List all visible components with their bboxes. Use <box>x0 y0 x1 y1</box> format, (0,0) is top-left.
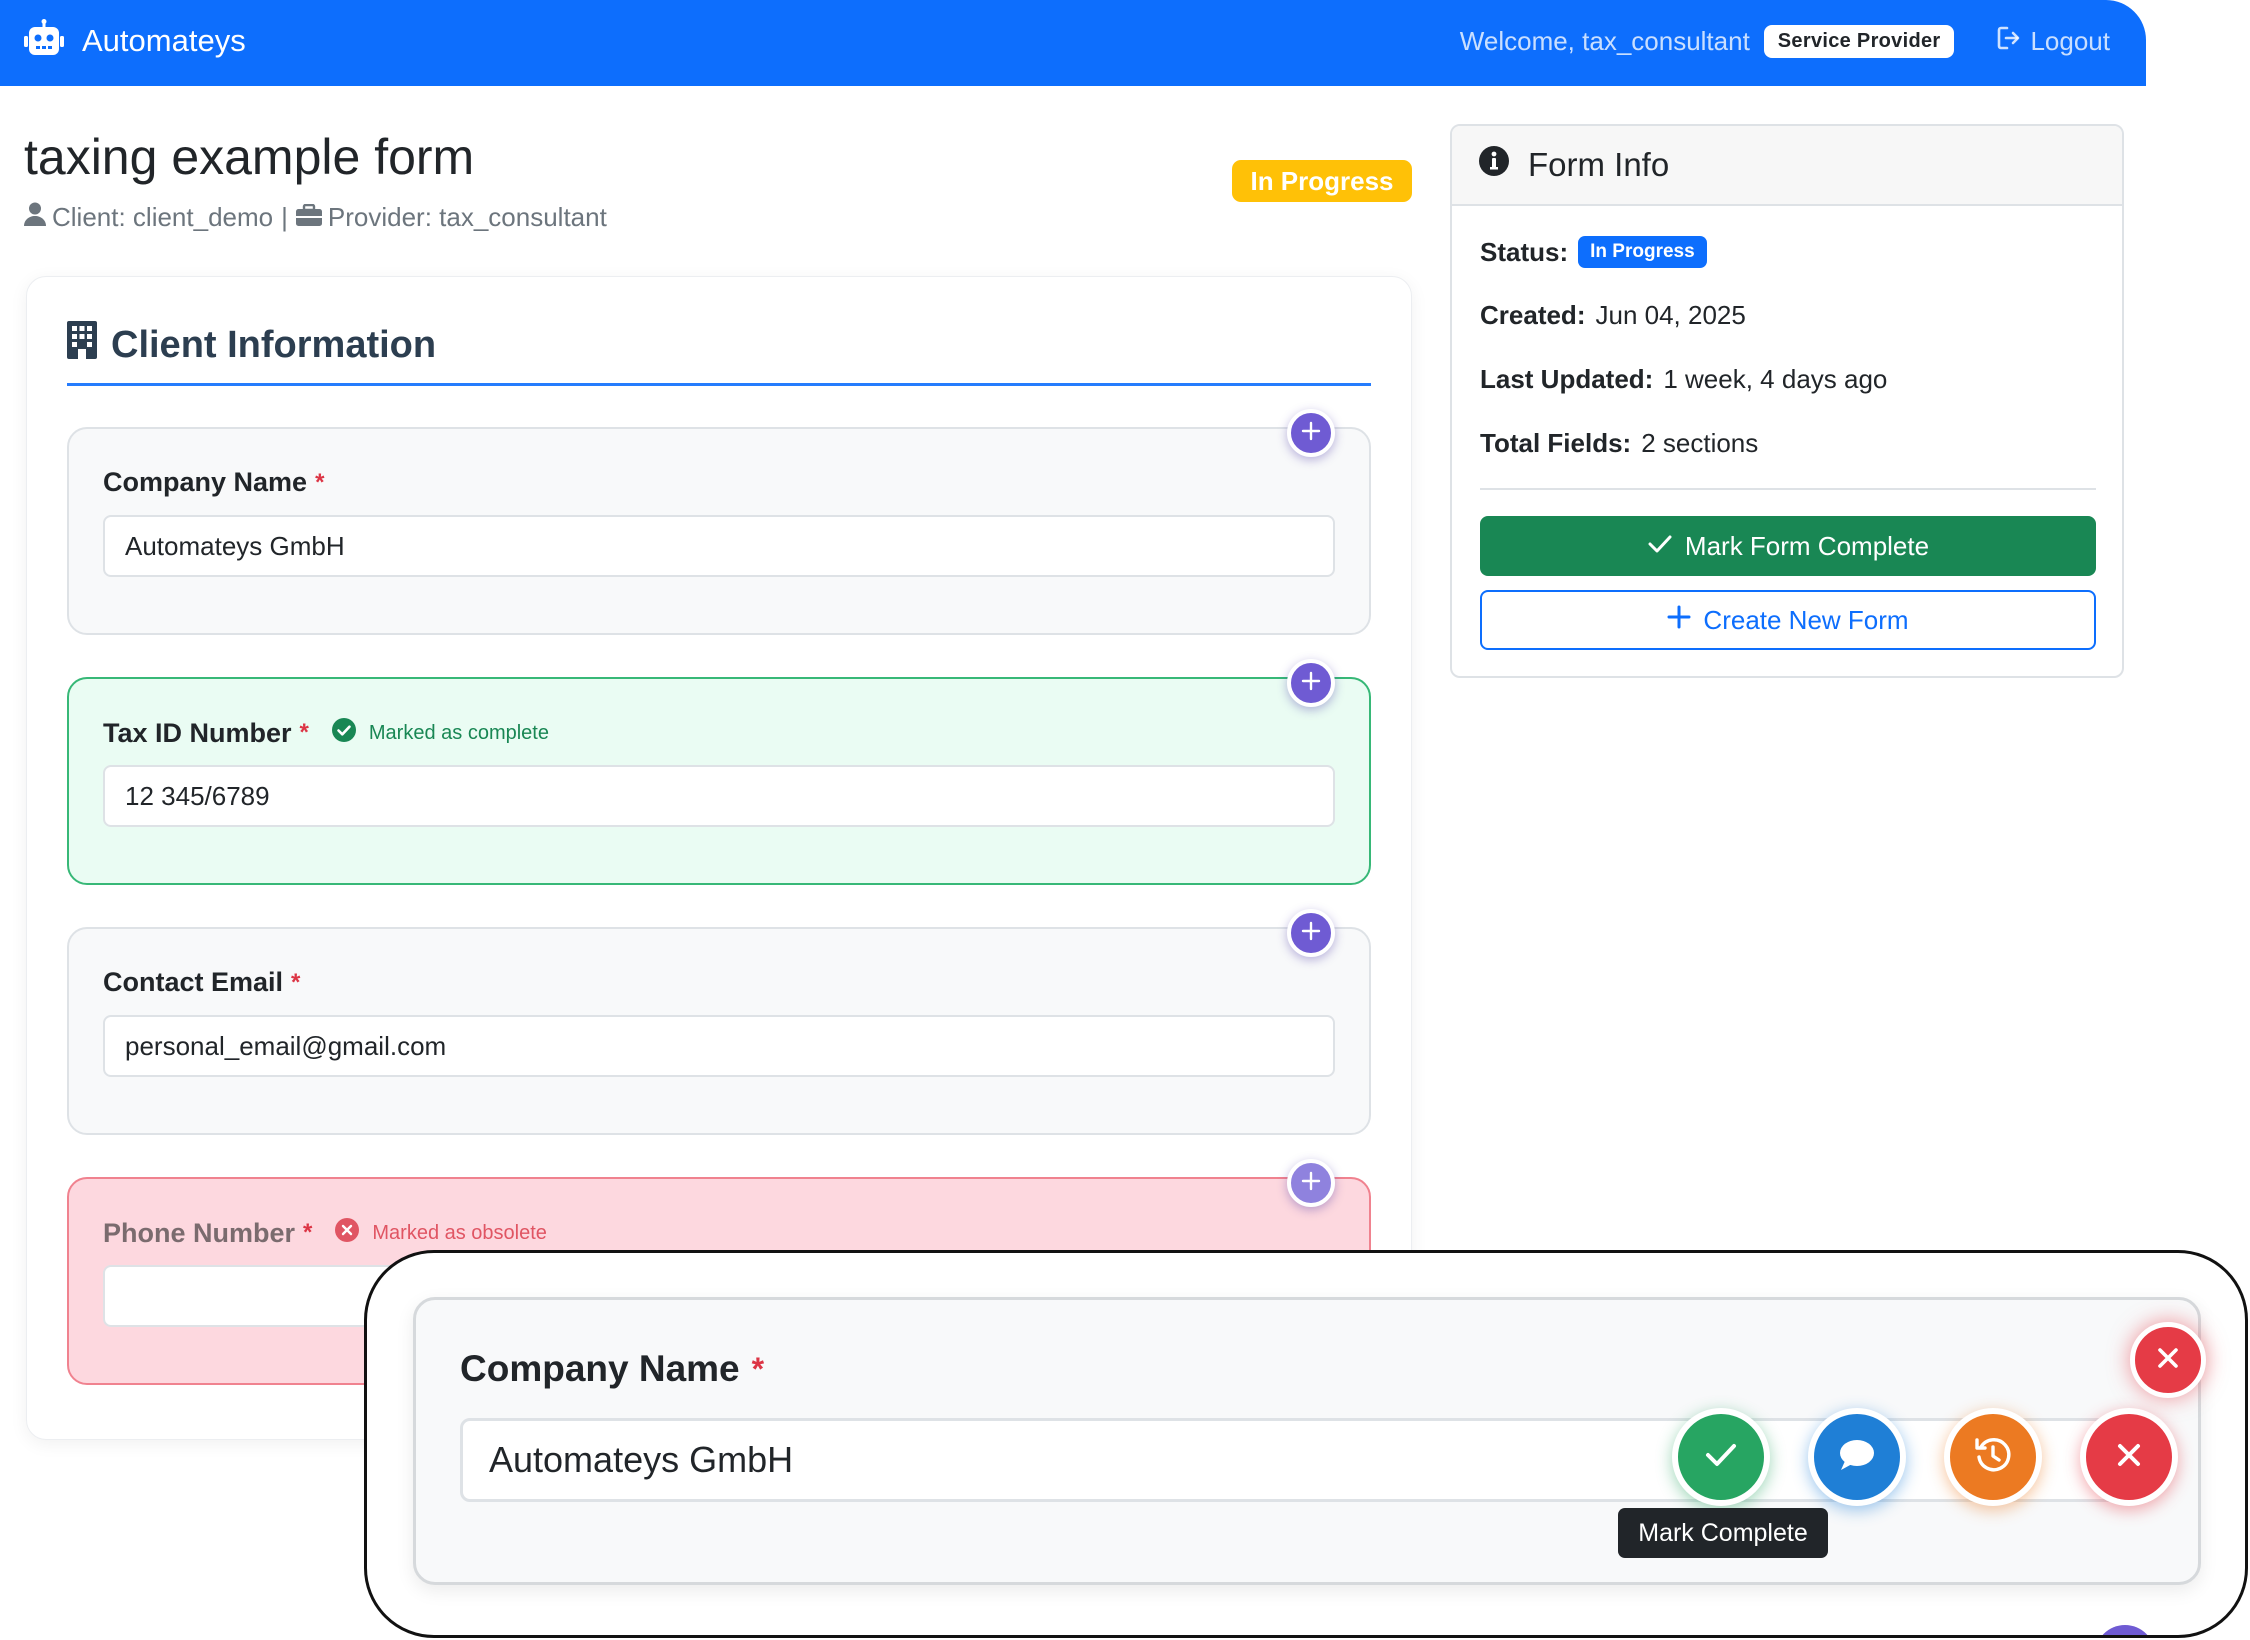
form-info-card: Form Info Status: In Progress Created: J… <box>1450 124 2124 678</box>
status-label: Status: <box>1480 236 1569 267</box>
field-company-name: Company Name * Automateys GmbH <box>67 409 1371 635</box>
required-marker: * <box>751 1350 765 1387</box>
fields-row: Total Fields: 2 sections <box>1480 428 1758 459</box>
brand-name: Automateys <box>82 23 246 58</box>
mark-form-complete-button[interactable]: Mark Form Complete <box>1480 516 2096 576</box>
field-label-text: Company Name <box>103 467 308 497</box>
field-contact-email: Contact Email * personal_email@gmail.com <box>67 909 1371 1135</box>
next-field-actions-button[interactable] <box>2095 1625 2155 1635</box>
field-label: Phone Number * Marked as obsolete <box>103 1217 547 1249</box>
mark-complete-action[interactable] <box>1672 1408 1770 1506</box>
plus-icon <box>1301 671 1321 696</box>
robot-icon <box>22 18 66 64</box>
status-row: Status: In Progress <box>1480 236 1707 268</box>
comment-icon <box>1837 1437 1877 1478</box>
field-label: Contact Email * <box>103 967 300 998</box>
provider-label: Provider: tax_consultant <box>327 202 607 232</box>
plus-icon <box>1301 1171 1321 1196</box>
field-actions-button[interactable] <box>1287 1159 1335 1207</box>
close-icon <box>2114 1440 2144 1475</box>
field-tax-id: Tax ID Number * Marked as complete 12 34… <box>67 659 1371 885</box>
field-label-text: Phone Number <box>103 1217 296 1248</box>
briefcase-icon <box>295 202 328 233</box>
check-icon <box>1647 531 1685 562</box>
fields-value: 2 sections <box>1641 428 1759 458</box>
field-label: Company Name * <box>103 467 324 498</box>
user-icon <box>24 202 52 233</box>
required-marker: * <box>303 1219 313 1246</box>
created-value: Jun 04, 2025 <box>1595 300 1746 330</box>
callout-field-label-text: Company Name <box>460 1348 740 1389</box>
field-label: Tax ID Number * Marked as complete <box>103 717 549 749</box>
callout-field-company-name: Company Name * Automateys GmbH Mark Comp… <box>413 1297 2206 1585</box>
created-row: Created: Jun 04, 2025 <box>1480 300 1746 331</box>
created-label: Created: <box>1480 300 1586 330</box>
mark-complete-tooltip: Mark Complete <box>1618 1508 1828 1558</box>
create-new-form-label: Create New Form <box>1703 604 1909 635</box>
welcome-text: Welcome, tax_consultant <box>1459 25 1750 56</box>
obsolete-note-text: Marked as obsolete <box>372 1221 547 1244</box>
section-divider <box>67 383 1371 386</box>
section-title: Client Information <box>67 321 436 369</box>
updated-label: Last Updated: <box>1480 364 1654 394</box>
comment-action[interactable] <box>1808 1408 1906 1506</box>
status-badge-blue: In Progress <box>1578 236 1707 268</box>
create-new-form-button[interactable]: Create New Form <box>1480 590 2096 650</box>
client-label: Client: client_demo <box>52 202 274 232</box>
callout-field-label: Company Name * <box>460 1348 764 1390</box>
company-name-input[interactable]: Automateys GmbH <box>103 515 1335 577</box>
close-actions-button[interactable] <box>2130 1322 2206 1398</box>
updated-row: Last Updated: 1 week, 4 days ago <box>1480 364 1887 395</box>
logout-link[interactable]: Logout <box>1996 25 2110 58</box>
zoom-callout: Company Name * Automateys GmbH Mark Comp… <box>364 1250 2248 1638</box>
logout-label: Logout <box>2030 25 2110 56</box>
brand[interactable]: Automateys <box>22 18 246 64</box>
top-navbar: Automateys Welcome, tax_consultant Servi… <box>0 0 2146 86</box>
meta-separator: | <box>281 202 288 232</box>
status-badge: In Progress <box>1232 160 1412 202</box>
tax-id-input[interactable]: 12 345/6789 <box>103 765 1335 827</box>
field-label-text: Contact Email <box>103 967 284 997</box>
info-divider <box>1480 488 2096 490</box>
check-icon <box>1703 1440 1739 1475</box>
history-action[interactable] <box>1944 1408 2042 1506</box>
info-icon <box>1478 145 1528 185</box>
check-circle-icon <box>331 717 369 749</box>
role-badge: Service Provider <box>1763 24 1955 58</box>
plus-icon <box>1301 421 1321 446</box>
history-icon <box>1973 1435 2013 1480</box>
x-circle-icon <box>334 1217 372 1249</box>
fields-label: Total Fields: <box>1480 428 1632 458</box>
plus-icon <box>1301 921 1321 946</box>
required-marker: * <box>299 719 309 746</box>
form-meta: Client: client_demo | Provider: tax_cons… <box>24 202 607 233</box>
mark-form-complete-label: Mark Form Complete <box>1684 530 1930 561</box>
plus-icon <box>1667 605 1703 636</box>
required-marker: * <box>315 468 325 496</box>
complete-note: Marked as complete <box>331 717 549 749</box>
page-title: taxing example form <box>24 129 475 185</box>
form-info-header: Form Info <box>1452 126 2122 206</box>
obsolete-note: Marked as obsolete <box>334 1217 547 1249</box>
form-info-title: Form Info <box>1528 146 1670 183</box>
mark-obsolete-action[interactable] <box>2080 1408 2178 1506</box>
complete-note-text: Marked as complete <box>368 721 549 744</box>
required-marker: * <box>291 968 301 996</box>
field-actions-button[interactable] <box>1287 409 1335 457</box>
contact-email-input[interactable]: personal_email@gmail.com <box>103 1015 1335 1077</box>
updated-value: 1 week, 4 days ago <box>1663 364 1888 394</box>
close-icon <box>2155 1345 2181 1376</box>
field-actions-button[interactable] <box>1287 909 1335 957</box>
sign-out-icon <box>1996 25 2030 58</box>
building-icon <box>67 321 111 369</box>
section-title-text: Client Information <box>111 323 437 366</box>
field-label-text: Tax ID Number <box>103 717 292 748</box>
field-actions-button[interactable] <box>1287 659 1335 707</box>
